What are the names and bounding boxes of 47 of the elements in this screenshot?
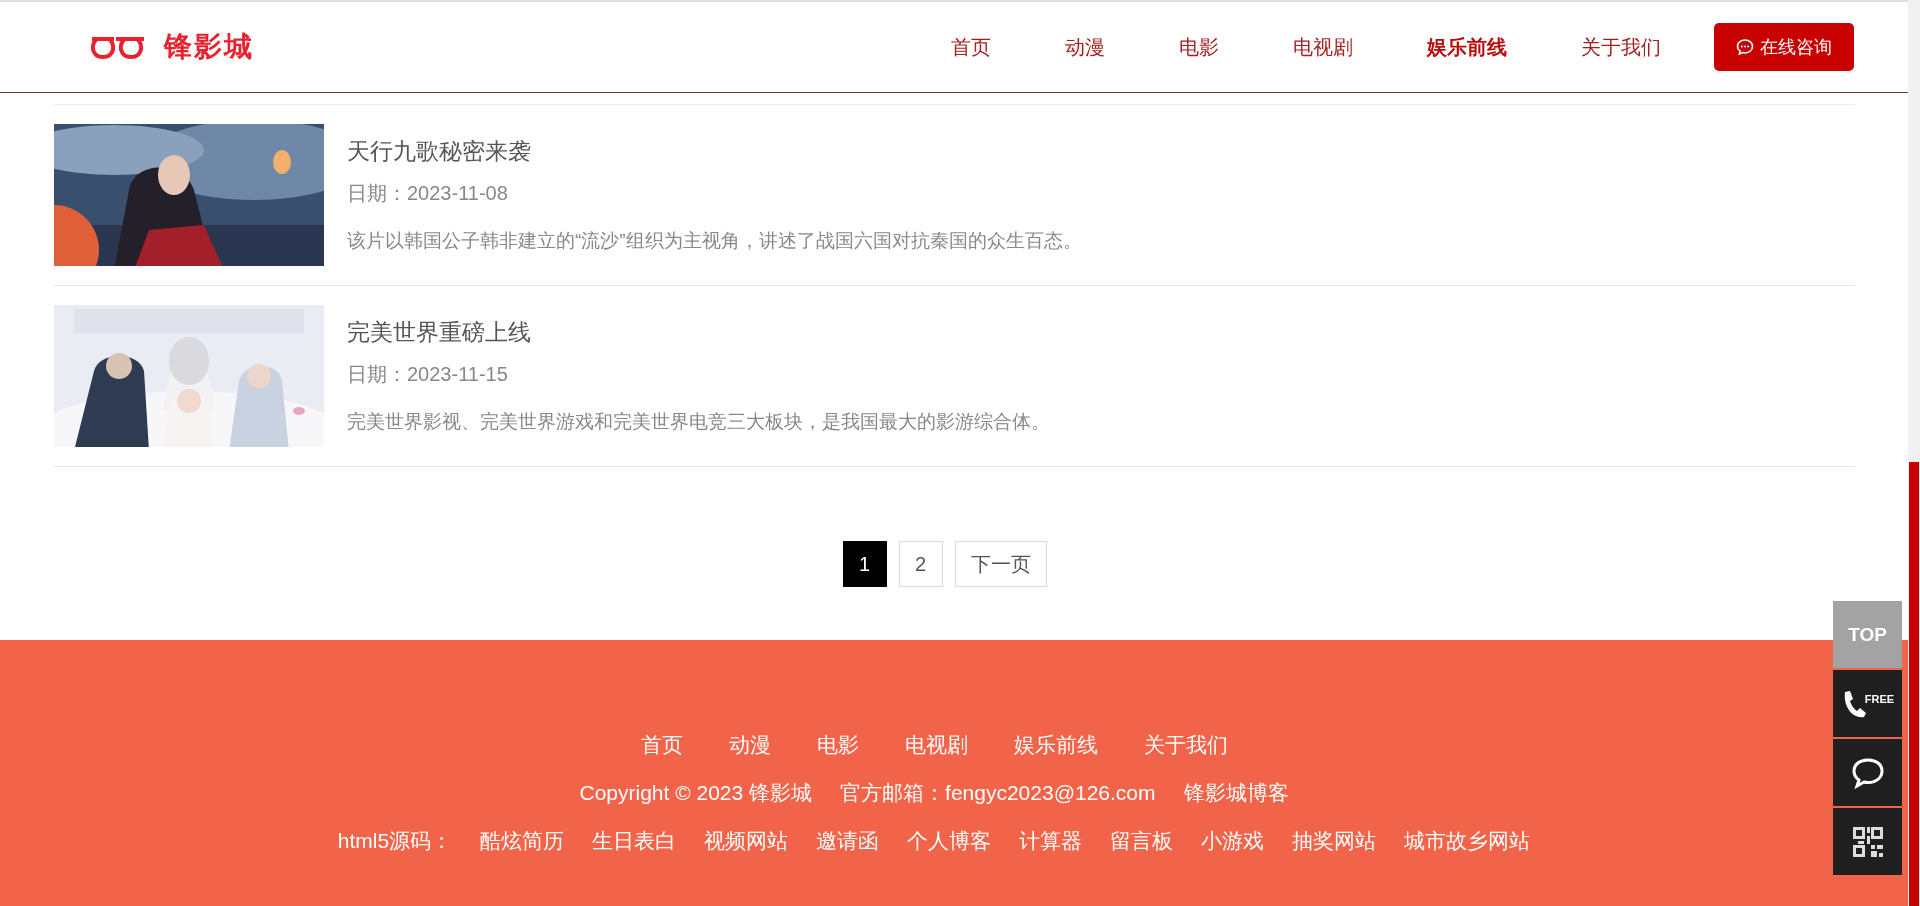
message-button[interactable] <box>1833 739 1902 806</box>
article-date: 日期：2023-11-08 <box>347 181 509 206</box>
page-button[interactable]: 2 <box>898 541 943 587</box>
footer-link[interactable]: 首页 <box>640 731 683 759</box>
footer-link[interactable]: 娱乐前线 <box>1013 731 1098 759</box>
chat-icon <box>1736 38 1754 56</box>
footer-link[interactable]: 城市故乡网站 <box>1404 827 1531 855</box>
scrollbar[interactable] <box>1908 0 1920 906</box>
copyright-text: Copyright © 2023 锋影城 <box>579 780 813 806</box>
nav-link[interactable]: 关于我们 <box>1544 33 1698 61</box>
article-summary: 完美世界影视、完美世界游戏和完美世界电竞三大板块，是我国最大的影游综合体。 <box>347 410 1050 434</box>
article-summary: 该片以韩国公子韩非建立的“流沙”组织为主视角，讲述了战国六国对抗秦国的众生百态。 <box>347 229 1082 253</box>
qr-code-button[interactable] <box>1833 808 1902 875</box>
qr-code-icon <box>1851 825 1884 858</box>
footer-link[interactable]: 关于我们 <box>1143 731 1228 759</box>
footer-link[interactable]: 留言板 <box>1110 827 1174 855</box>
nav-link[interactable]: 首页 <box>914 33 1028 61</box>
logo-text[interactable]: 锋影城 <box>164 28 254 66</box>
article-date: 日期：2023-11-15 <box>347 362 509 387</box>
footer-link[interactable]: 邀请函 <box>816 827 880 855</box>
page-button[interactable]: 1 <box>842 541 887 587</box>
nav-link[interactable]: 娱乐前线 <box>1390 33 1544 61</box>
nav-link[interactable]: 电影 <box>1142 33 1256 61</box>
speech-bubble-icon <box>1850 756 1885 789</box>
footer-link[interactable]: 锋影城博客 <box>1183 779 1289 807</box>
footer-link[interactable]: 抽奖网站 <box>1292 827 1377 855</box>
footer-link[interactable]: 电影 <box>816 731 859 759</box>
footer-link[interactable]: 动漫 <box>728 731 771 759</box>
footer-link[interactable]: 小游戏 <box>1201 827 1265 855</box>
page-button[interactable]: 下一页 <box>954 541 1047 587</box>
article-title[interactable]: 天行九歌秘密来袭 <box>347 136 1082 167</box>
footer-link[interactable]: 酷炫简历 <box>480 827 565 855</box>
nav-link[interactable]: 电视剧 <box>1256 33 1390 61</box>
scrollbar-thumb[interactable] <box>1909 462 1919 906</box>
logo-icon <box>90 35 146 59</box>
back-to-top-button[interactable]: TOP <box>1833 601 1902 668</box>
footer-link[interactable]: 个人博客 <box>907 827 992 855</box>
footer-link[interactable]: 生日表白 <box>592 827 677 855</box>
email-text: 官方邮箱：fengyc2023@126.com <box>840 780 1156 806</box>
footer-link[interactable]: 视频网站 <box>704 827 789 855</box>
source-label: html5源码： <box>337 828 453 854</box>
consult-button[interactable]: 在线咨询 <box>1714 23 1854 71</box>
article-title[interactable]: 完美世界重磅上线 <box>347 317 1050 348</box>
phone-button[interactable]: FREE <box>1833 670 1902 737</box>
nav-link[interactable]: 动漫 <box>1028 33 1142 61</box>
footer-link[interactable]: 计算器 <box>1019 827 1083 855</box>
footer-link[interactable]: 电视剧 <box>904 731 968 759</box>
